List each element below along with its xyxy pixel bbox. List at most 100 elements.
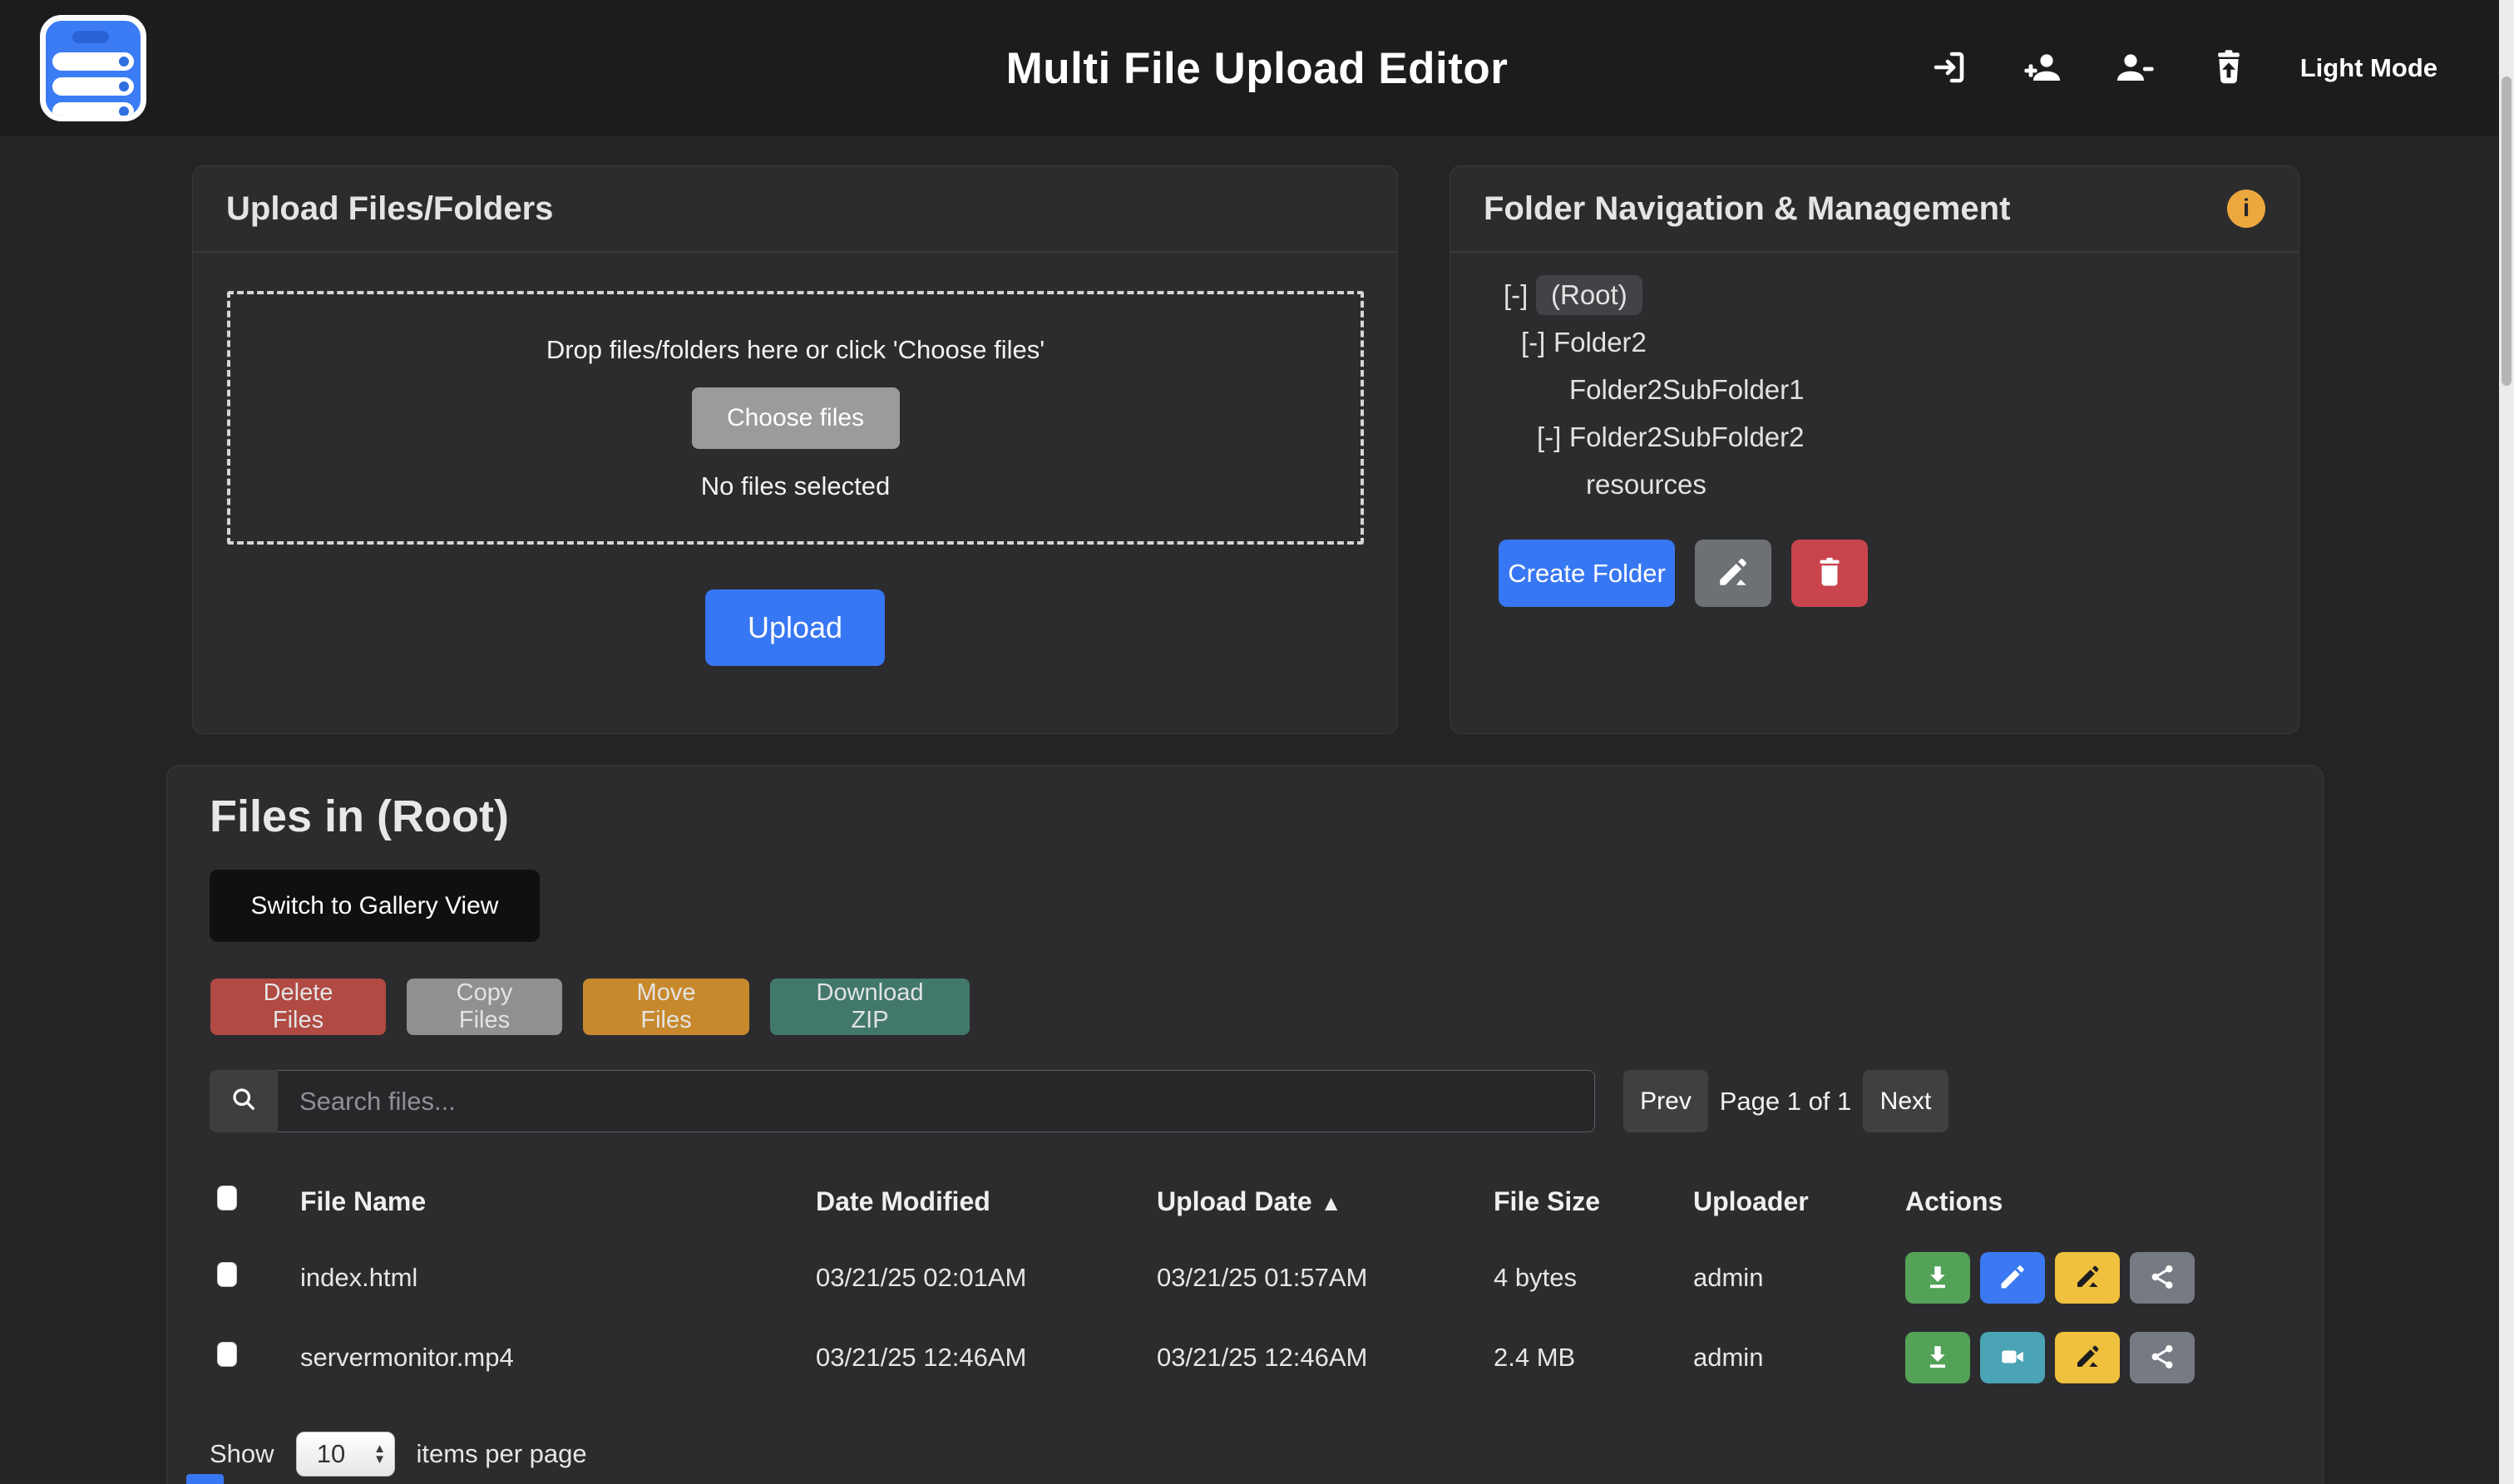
column-header-upload-date[interactable]: Upload Date▲ [1157,1186,1494,1217]
create-folder-button[interactable]: Create Folder [1499,540,1675,607]
tree-item-folder2[interactable]: [-] Folder2 [1450,318,2299,366]
stepper-arrows-icon[interactable]: ▲▼ [366,1443,394,1465]
row-checkbox[interactable] [217,1262,237,1287]
app-header: Multi File Upload Editor [0,0,2514,136]
files-panel: Files in (Root) Switch to Gallery View D… [166,765,2324,1484]
file-size: 2.4 MB [1494,1343,1693,1373]
uploader: admin [1693,1263,1905,1293]
sort-ascending-icon: ▲ [1321,1191,1342,1215]
rename-file-button[interactable] [2055,1332,2120,1383]
column-header-actions: Actions [1905,1186,2323,1217]
light-mode-toggle[interactable]: Light Mode [2300,53,2437,83]
search-row: Prev Page 1 of 1 Next [210,1070,2323,1132]
file-name: index.html [300,1263,816,1293]
select-all-checkbox[interactable] [217,1186,237,1210]
share-button[interactable] [2130,1252,2195,1304]
page-indicator: Page 1 of 1 [1708,1087,1863,1117]
download-button[interactable] [1905,1332,1970,1383]
file-size: 4 bytes [1494,1263,1693,1293]
rename-file-button[interactable] [2055,1252,2120,1304]
edit-folder-icon [1716,555,1751,592]
search-icon [229,1084,259,1118]
download-icon [1923,1262,1953,1294]
trash-button[interactable] [2207,47,2250,90]
table-header-row: File Name Date Modified Upload Date▲ Fil… [167,1165,2323,1238]
person-add-icon [2023,47,2062,90]
row-checkbox[interactable] [217,1342,237,1367]
delete-folder-icon [1812,555,1847,592]
partial-element-bottom [186,1474,224,1484]
person-remove-icon [2116,47,2156,90]
tree-item-resources[interactable]: resources [1450,461,2299,508]
items-per-page-control: Show 10 ▲▼ items per page [210,1432,2323,1477]
tree-item-label[interactable]: (Root) [1536,275,1642,315]
tree-item-folder2subfolder2[interactable]: [-] Folder2SubFolder2 [1450,413,2299,461]
upload-date: 03/21/25 12:46AM [1157,1343,1494,1373]
tree-item-label[interactable]: Folder2SubFolder1 [1569,374,1805,406]
upload-panel-title: Upload Files/Folders [226,190,553,228]
delete-folder-button[interactable] [1791,540,1868,607]
edit-file-button[interactable] [1980,1252,2045,1304]
upload-panel: Upload Files/Folders Drop files/folders … [192,165,1398,734]
tree-item-root[interactable]: [-] (Root) [1450,271,2299,318]
date-modified: 03/21/25 12:46AM [816,1343,1157,1373]
items-per-page-stepper[interactable]: 10 ▲▼ [296,1432,395,1477]
info-icon[interactable]: i [2227,190,2265,228]
download-button[interactable] [1905,1252,1970,1304]
scrollbar-thumb[interactable] [2502,76,2512,386]
tree-item-label[interactable]: Folder2SubFolder2 [1569,422,1805,453]
next-page-button[interactable]: Next [1863,1070,1948,1132]
bulk-actions: Delete Files Copy Files Move Files Downl… [210,979,2323,1035]
column-header-file-name[interactable]: File Name [300,1186,816,1217]
folder-panel-header: Folder Navigation & Management i [1450,166,2299,253]
edit-pencil-icon [1998,1262,2027,1294]
choose-files-button[interactable]: Choose files [692,387,900,449]
files-table: File Name Date Modified Upload Date▲ Fil… [167,1165,2323,1398]
rename-folder-button[interactable] [1695,540,1771,607]
column-header-uploader[interactable]: Uploader [1693,1186,1905,1217]
file-name: servermonitor.mp4 [300,1343,816,1373]
no-files-text: No files selected [701,471,890,501]
table-row: servermonitor.mp4 03/21/25 12:46AM 03/21… [167,1318,2323,1398]
row-actions [1905,1252,2323,1304]
dropzone-hint: Drop files/folders here or click 'Choose… [546,335,1045,365]
column-header-file-size[interactable]: File Size [1494,1186,1693,1217]
login-button[interactable] [1928,47,1971,90]
show-label: Show [210,1439,274,1469]
tree-toggle-icon[interactable]: [-] [1504,279,1536,311]
download-zip-button[interactable]: Download ZIP [770,979,970,1035]
add-user-button[interactable] [2021,47,2064,90]
column-header-date-modified[interactable]: Date Modified [816,1186,1157,1217]
tree-toggle-icon[interactable]: [-] [1521,327,1553,358]
folder-navigation-panel: Folder Navigation & Management i [-] (Ro… [1450,165,2299,734]
upload-button[interactable]: Upload [705,589,885,666]
items-per-page-value: 10 [297,1439,366,1469]
login-icon [1929,47,1969,90]
remove-user-button[interactable] [2114,47,2157,90]
tree-item-folder2subfolder1[interactable]: Folder2SubFolder1 [1450,366,2299,413]
row-actions [1905,1332,2323,1383]
rename-icon [2072,1342,2102,1374]
play-video-button[interactable] [1980,1332,2045,1383]
tree-toggle-icon[interactable]: [-] [1537,422,1569,453]
move-files-button[interactable]: Move Files [583,979,749,1035]
uploader: admin [1693,1343,1905,1373]
trash-restore-icon [2209,47,2249,90]
file-dropzone[interactable]: Drop files/folders here or click 'Choose… [227,291,1364,545]
table-row: index.html 03/21/25 02:01AM 03/21/25 01:… [167,1238,2323,1318]
download-icon [1923,1342,1953,1374]
upload-panel-header: Upload Files/Folders [193,166,1397,253]
tree-item-label[interactable]: resources [1586,469,1706,500]
search-input[interactable] [278,1070,1595,1132]
copy-files-button[interactable]: Copy Files [407,979,562,1035]
rename-icon [2072,1262,2102,1294]
delete-files-button[interactable]: Delete Files [210,979,386,1035]
share-button[interactable] [2130,1332,2195,1383]
date-modified: 03/21/25 02:01AM [816,1263,1157,1293]
share-icon [2147,1342,2177,1374]
tree-item-label[interactable]: Folder2 [1553,327,1647,358]
prev-page-button[interactable]: Prev [1623,1070,1708,1132]
scrollbar-track[interactable] [2499,0,2514,1484]
video-camera-icon [1998,1342,2027,1374]
switch-gallery-view-button[interactable]: Switch to Gallery View [210,870,540,942]
